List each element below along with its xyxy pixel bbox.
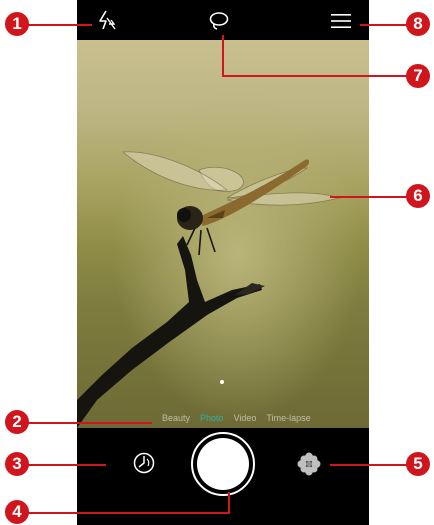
callout-7: 7	[406, 64, 430, 88]
callout-line-3	[20, 464, 106, 466]
shutter-button[interactable]	[191, 432, 255, 496]
mode-photo[interactable]: Photo	[200, 413, 224, 429]
page-indicator-dot	[220, 380, 224, 384]
callout-3: 3	[5, 452, 29, 476]
callout-line-6	[330, 196, 416, 198]
callout-6: 6	[406, 184, 430, 208]
callout-5: 5	[406, 452, 430, 476]
callout-2: 2	[5, 410, 29, 434]
dragonfly-scene	[77, 151, 341, 428]
timer-icon[interactable]	[133, 452, 155, 474]
mode-selector: Beauty Photo Video Time-lapse	[77, 413, 369, 429]
callout-1: 1	[5, 12, 29, 36]
callout-line-7-vertical	[222, 35, 224, 77]
flash-off-icon[interactable]	[97, 10, 117, 30]
mode-video[interactable]: Video	[234, 413, 257, 429]
shutter-inner	[197, 438, 249, 490]
callout-line-2	[20, 422, 152, 424]
callout-4: 4	[5, 500, 29, 524]
callout-line-1	[20, 24, 92, 26]
callout-line-4-vertical	[228, 492, 230, 514]
callout-line-5	[330, 464, 416, 466]
gallery-flower-icon[interactable]	[297, 452, 321, 476]
viewfinder[interactable]	[77, 40, 369, 428]
mode-beauty[interactable]: Beauty	[162, 413, 190, 429]
lasso-filter-icon[interactable]	[208, 11, 230, 31]
menu-icon[interactable]	[331, 13, 351, 29]
mode-time-lapse[interactable]: Time-lapse	[266, 413, 310, 429]
callout-8: 8	[406, 12, 430, 36]
callout-line-7-horizontal	[222, 75, 416, 77]
top-toolbar	[77, 0, 369, 40]
callout-line-4-horizontal	[20, 512, 230, 514]
